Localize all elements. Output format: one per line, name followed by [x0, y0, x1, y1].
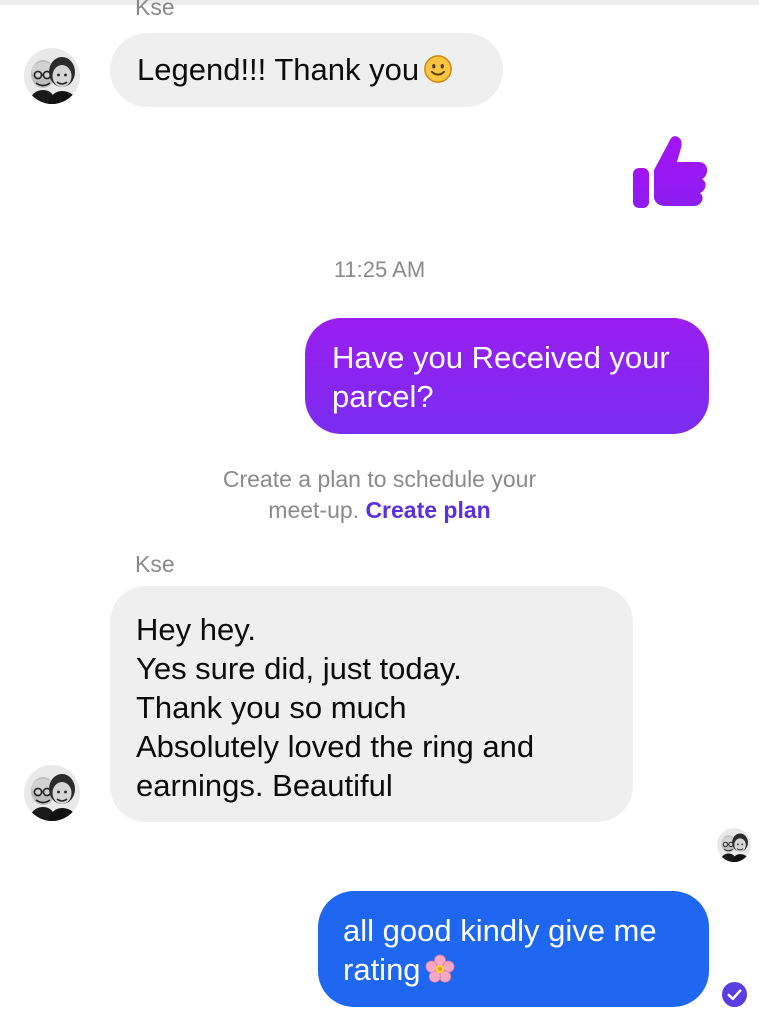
slightly-smiling-face-emoji — [424, 55, 452, 83]
sender-name: Kse — [135, 551, 175, 577]
message-line: Hey hey. — [136, 612, 257, 647]
message-line: Absolutely loved the ring and — [136, 729, 535, 764]
message-bubble-outgoing[interactable]: Have you Received your parcel? — [305, 318, 709, 434]
message-bubble-incoming[interactable]: Hey hey. Yes sure did, just today. Thank… — [110, 586, 633, 822]
message-bubble-outgoing[interactable]: all good kindly give me rating — [318, 891, 709, 1007]
message-line: rating — [343, 950, 689, 989]
message-line: parcel? — [332, 379, 434, 414]
cherry-blossom-emoji — [425, 954, 454, 983]
message-timestamp: 11:25 AM — [333, 257, 426, 282]
contact-avatar[interactable] — [24, 48, 80, 104]
thumbs-up-icon[interactable] — [629, 130, 711, 212]
create-plan-link[interactable]: Create plan — [365, 497, 490, 523]
plan-prompt-line: meet-up. Create plan — [0, 495, 759, 526]
plan-prompt-line: Create a plan to schedule your — [222, 466, 537, 492]
sender-name: Kse — [135, 0, 175, 20]
avatar-image — [717, 828, 751, 862]
avatar-image — [24, 48, 80, 104]
plan-prompt-text: meet-up. — [268, 497, 360, 523]
message-line: earnings. Beautiful — [136, 768, 393, 803]
message-line: all good kindly give me — [343, 913, 657, 948]
delivered-check-icon — [721, 981, 748, 1008]
message-line: Yes sure did, just today. — [136, 651, 462, 686]
seen-avatar — [717, 828, 751, 862]
message-bubble-incoming[interactable]: Legend!!! Thank you — [110, 33, 503, 107]
contact-avatar[interactable] — [24, 765, 80, 821]
message-line: Have you Received your — [332, 340, 670, 375]
message-text: Legend!!! Thank you — [137, 50, 477, 89]
avatar-image — [24, 765, 80, 821]
message-line: Thank you so much — [136, 690, 407, 725]
plan-prompt: Create a plan to schedule your meet-up. … — [0, 464, 759, 526]
top-edge — [0, 0, 759, 5]
